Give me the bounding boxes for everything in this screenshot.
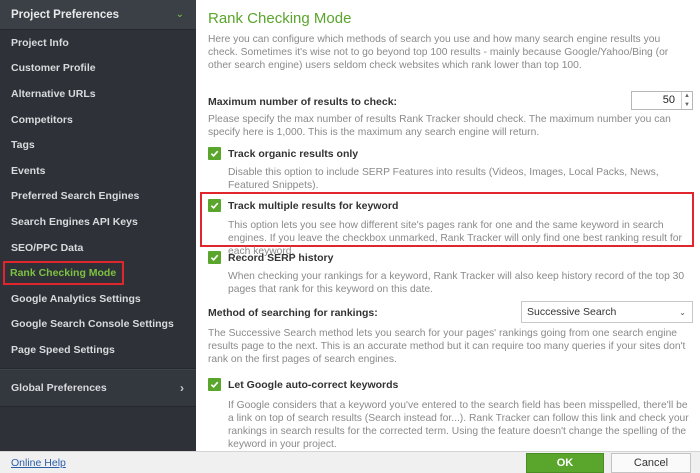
cancel-button[interactable]: Cancel xyxy=(611,453,691,473)
method-label: Method of searching for rankings: xyxy=(208,307,378,319)
sidebar-item-label: Google Search Console Settings xyxy=(11,318,174,331)
record-history-checkbox[interactable] xyxy=(208,251,221,264)
sidebar-item-project-info[interactable]: Project Info xyxy=(0,30,196,56)
method-select-value: Successive Search xyxy=(527,306,617,318)
sidebar-item-seo-ppc-data[interactable]: SEO/PPC Data xyxy=(0,235,196,261)
autocorrect-desc: If Google considers that a keyword you'v… xyxy=(228,400,689,450)
sidebar: Project Preferences ⌄ Project Info Custo… xyxy=(0,0,196,451)
sidebar-item-label: Tags xyxy=(11,139,35,152)
record-history-desc: When checking your rankings for a keywor… xyxy=(228,271,685,295)
track-organic-label[interactable]: Track organic results only xyxy=(228,148,358,160)
track-multiple-label[interactable]: Track multiple results for keyword xyxy=(228,200,398,212)
check-icon xyxy=(210,254,219,262)
stepper-up-icon[interactable]: ▲ xyxy=(682,92,692,101)
method-select[interactable]: Successive Search ⌄ xyxy=(521,301,693,323)
sidebar-item-label: Project Info xyxy=(11,36,69,49)
sidebar-item-google-search-console-settings[interactable]: Google Search Console Settings xyxy=(0,312,196,338)
sidebar-item-page-speed-settings[interactable]: Page Speed Settings xyxy=(0,337,196,363)
sidebar-item-label: Google Analytics Settings xyxy=(11,292,141,305)
sidebar-item-label: Alternative URLs xyxy=(11,87,96,100)
sidebar-item-global-preferences[interactable]: Global Preferences › xyxy=(0,368,196,407)
check-icon xyxy=(210,381,219,389)
online-help-link[interactable]: Online Help xyxy=(11,457,66,469)
chevron-down-icon: ⌄ xyxy=(175,9,184,20)
sidebar-item-label: Rank Checking Mode xyxy=(2,261,125,286)
sidebar-item-competitors[interactable]: Competitors xyxy=(0,107,196,133)
sidebar-item-label: Competitors xyxy=(11,113,73,126)
sidebar-item-label: Events xyxy=(11,164,46,177)
sidebar-item-preferred-search-engines[interactable]: Preferred Search Engines xyxy=(0,184,196,210)
method-desc: The Successive Search method lets you se… xyxy=(208,328,686,365)
autocorrect-checkbox[interactable] xyxy=(208,378,221,391)
max-results-label: Maximum number of results to check: xyxy=(208,96,398,108)
record-history-label[interactable]: Record SERP history xyxy=(228,252,333,264)
autocorrect-label[interactable]: Let Google auto-correct keywords xyxy=(228,379,398,391)
sidebar-item-label: Search Engines API Keys xyxy=(11,215,138,228)
sidebar-item-events[interactable]: Events xyxy=(0,158,196,184)
max-results-value[interactable]: 50 xyxy=(632,92,681,109)
sidebar-item-label: Customer Profile xyxy=(11,62,96,75)
sidebar-item-google-analytics-settings[interactable]: Google Analytics Settings xyxy=(0,286,196,312)
track-organic-checkbox[interactable] xyxy=(208,147,221,160)
sidebar-item-label: SEO/PPC Data xyxy=(11,241,84,254)
sidebar-header-label: Project Preferences xyxy=(11,8,120,21)
sidebar-header-project-preferences[interactable]: Project Preferences ⌄ xyxy=(0,0,196,30)
sidebar-item-rank-checking-mode[interactable]: Rank Checking Mode xyxy=(0,260,196,286)
chevron-down-icon: ⌄ xyxy=(679,307,686,317)
sidebar-item-search-engines-api-keys[interactable]: Search Engines API Keys xyxy=(0,209,196,235)
sidebar-item-label: Preferred Search Engines xyxy=(11,190,140,203)
footer: Online Help OK Cancel xyxy=(0,451,700,473)
max-results-desc: Please specify the max number of results… xyxy=(208,114,671,138)
ok-button[interactable]: OK xyxy=(526,453,604,473)
sidebar-item-label: Page Speed Settings xyxy=(11,343,115,356)
page-title: Rank Checking Mode xyxy=(208,10,352,27)
track-organic-desc: Disable this option to include SERP Feat… xyxy=(228,167,659,191)
chevron-right-icon: › xyxy=(180,380,184,395)
stepper-down-icon[interactable]: ▼ xyxy=(682,101,692,110)
sidebar-item-tags[interactable]: Tags xyxy=(0,132,196,158)
intro-text: Here you can configure which methods of … xyxy=(208,34,669,71)
check-icon xyxy=(210,150,219,158)
track-multiple-checkbox[interactable] xyxy=(208,199,221,212)
sidebar-item-alternative-urls[interactable]: Alternative URLs xyxy=(0,81,196,107)
check-icon xyxy=(210,202,219,210)
sidebar-item-customer-profile[interactable]: Customer Profile xyxy=(0,56,196,82)
sidebar-global-label: Global Preferences xyxy=(11,381,107,394)
max-results-stepper[interactable]: 50 ▲ ▼ xyxy=(631,91,693,110)
main-panel: Rank Checking Mode Here you can configur… xyxy=(196,0,700,451)
